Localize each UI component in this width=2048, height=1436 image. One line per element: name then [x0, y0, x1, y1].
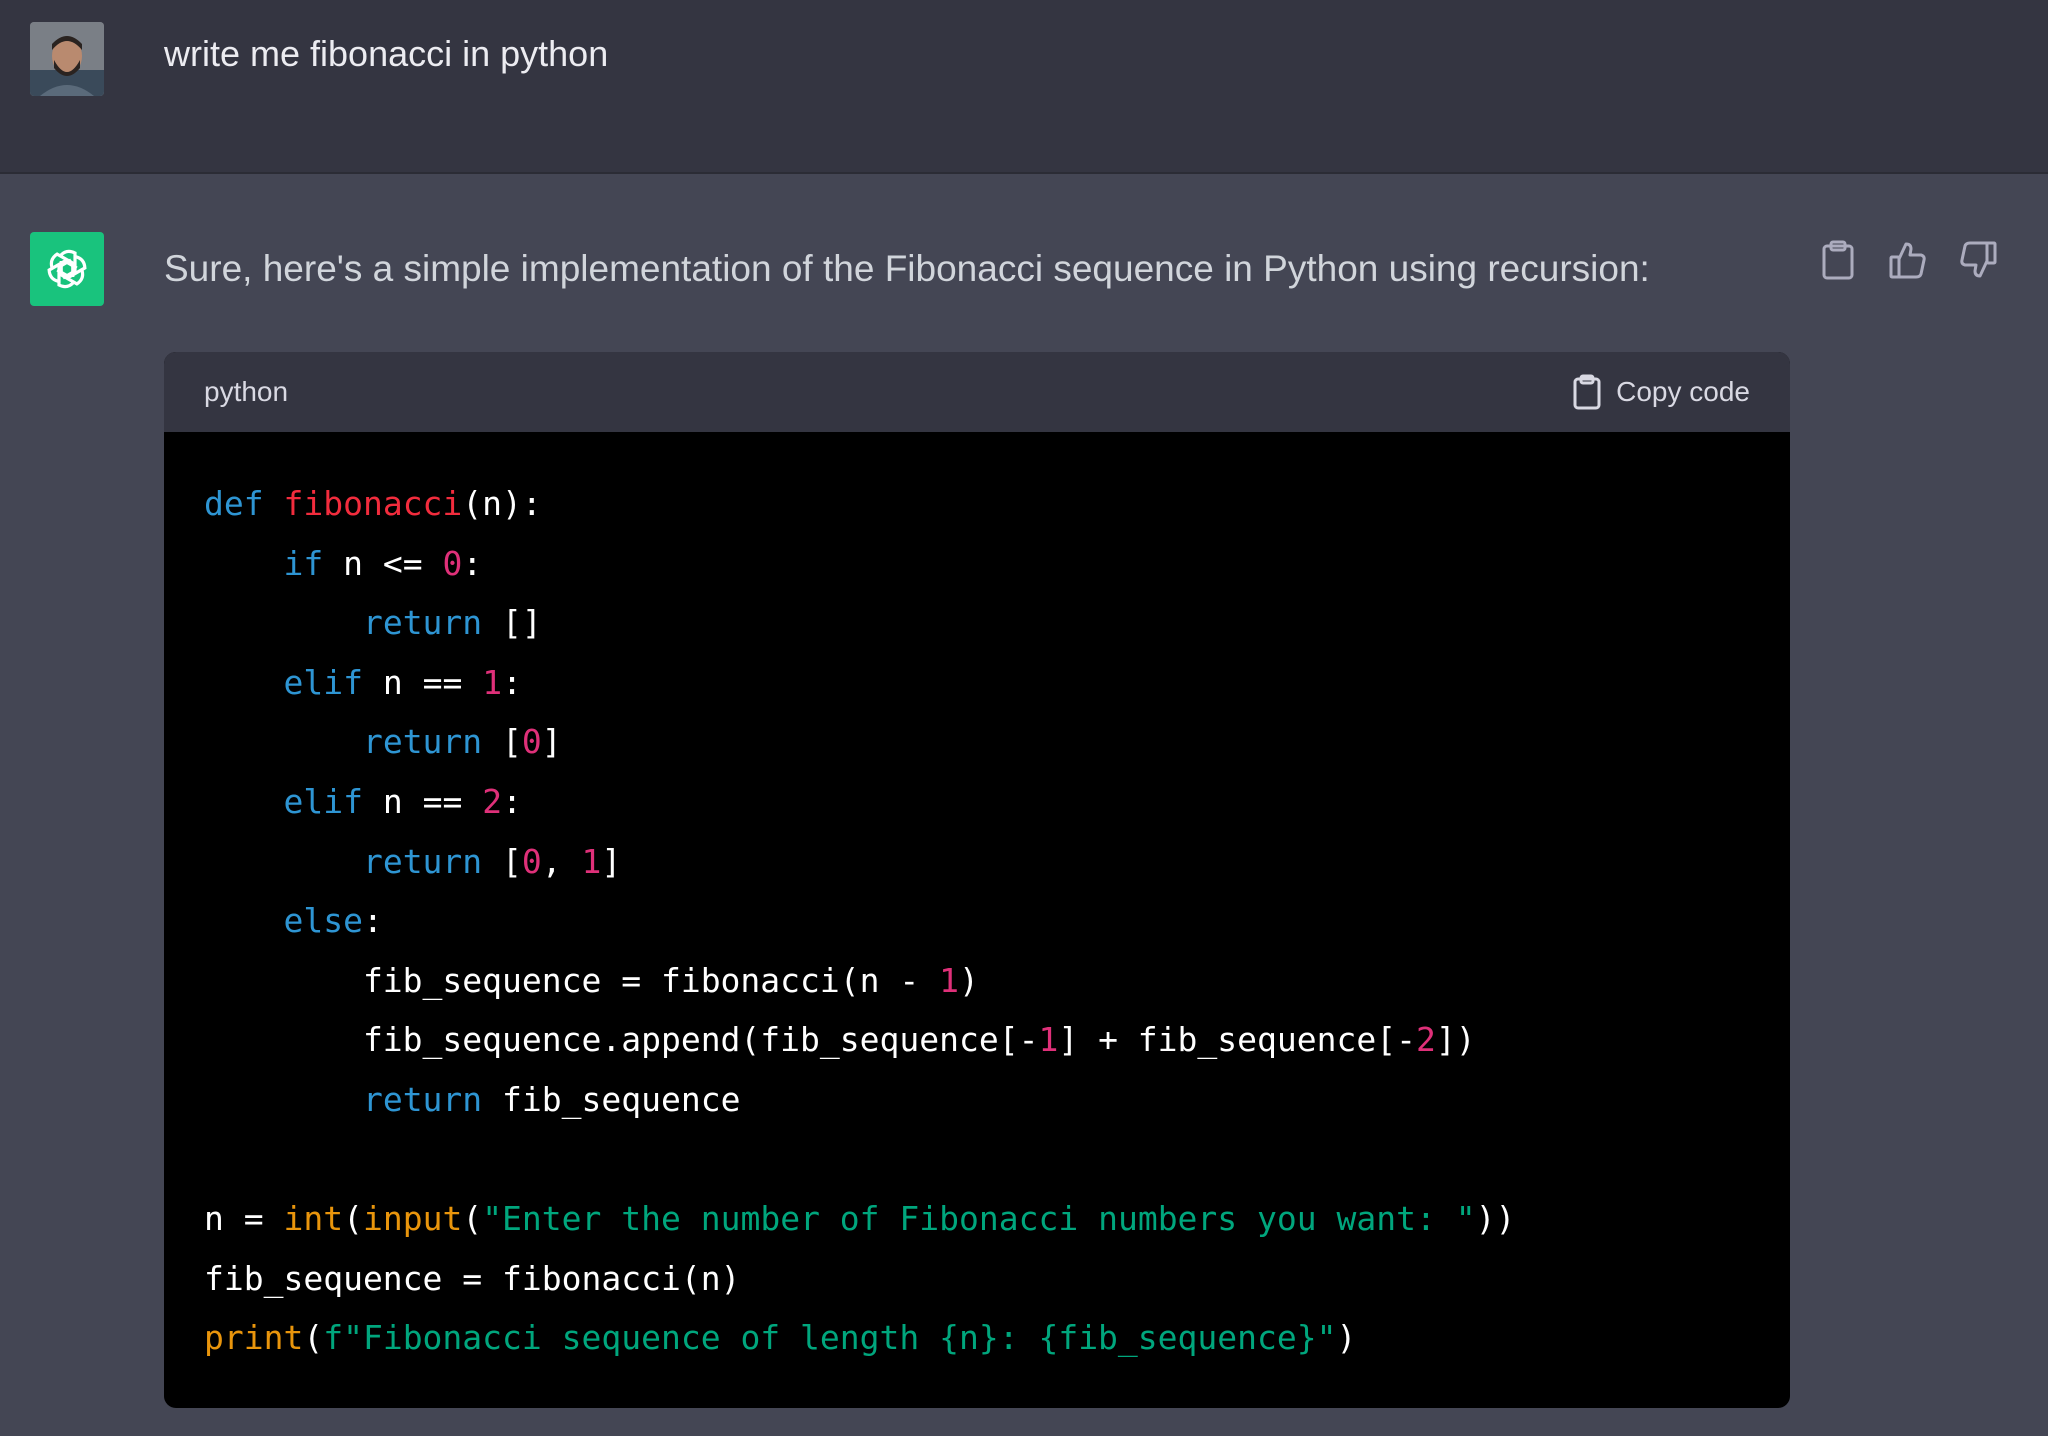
code-content: def fibonacci(n): if n <= 0: return [] e…	[164, 432, 1790, 1368]
code-line: else:	[204, 901, 383, 941]
code-token: else	[283, 901, 363, 941]
code-line: n = int(input("Enter the number of Fibon…	[204, 1199, 1515, 1238]
code-token: elif	[283, 781, 363, 821]
code-token: "Enter the number of Fibonacci numbers y…	[482, 1199, 1476, 1239]
assistant-message-text: Sure, here's a simple implementation of …	[164, 248, 1650, 289]
code-token: return	[362, 841, 483, 881]
code-token: 0	[521, 841, 542, 881]
code-token: 0	[521, 722, 542, 762]
code-token: :	[502, 662, 522, 702]
code-line: def fibonacci(n):	[204, 484, 542, 523]
code-token: []	[482, 603, 542, 643]
code-token: fib_sequence = fibonacci(n -	[204, 960, 940, 1000]
code-token: int	[283, 1199, 344, 1239]
code-line: return [0, 1]	[204, 842, 621, 881]
code-token: fibonacci	[283, 484, 463, 523]
code-token: def	[204, 484, 264, 523]
openai-logo-icon	[30, 232, 104, 306]
code-token: return	[362, 603, 483, 643]
code-token: ])	[1435, 1020, 1476, 1060]
thumbs-down-icon	[1960, 241, 1997, 278]
code-token: )	[1336, 1318, 1357, 1358]
code-line: return [0]	[204, 722, 562, 761]
code-token: f"Fibonacci sequence of length {n}: {fib…	[323, 1318, 1337, 1358]
code-token: 1	[482, 662, 503, 702]
code-block-header: python Copy code	[164, 352, 1790, 432]
code-line: return fib_sequence	[204, 1079, 741, 1119]
code-token: n =	[204, 1199, 284, 1239]
thumbs-down-button[interactable]	[1958, 238, 1998, 282]
code-token: fib_sequence.append(fib_sequence[-	[204, 1020, 1039, 1060]
code-token: 1	[1038, 1020, 1059, 1060]
code-token: ]	[541, 722, 562, 762]
code-token: if	[283, 543, 324, 583]
code-token: )	[958, 960, 979, 1000]
assistant-message-row: Sure, here's a simple implementation of …	[0, 174, 2048, 1436]
message-actions	[1818, 238, 1998, 282]
code-token: (	[462, 1199, 483, 1239]
code-line: print(f"Fibonacci sequence of length {n}…	[204, 1318, 1356, 1357]
code-token: ] + fib_sequence[-	[1058, 1020, 1416, 1060]
code-token: :	[462, 543, 483, 583]
user-avatar	[30, 22, 104, 96]
code-token: (	[343, 1199, 363, 1239]
code-line: if n <= 0:	[204, 544, 482, 583]
code-token: 1	[939, 960, 959, 1000]
code-token: return	[362, 722, 483, 762]
thumbs-up-button[interactable]	[1888, 238, 1928, 282]
clipboard-icon	[1573, 374, 1601, 410]
code-token: n <=	[323, 543, 443, 583]
code-token: [	[482, 841, 522, 881]
code-token: :	[362, 901, 383, 941]
code-line: elif n == 2:	[204, 781, 522, 821]
code-token: fib_sequence = fibonacci(n)	[204, 1258, 741, 1298]
code-token: (n):	[462, 484, 542, 523]
code-token: (	[303, 1318, 324, 1358]
code-token: 0	[442, 543, 463, 583]
code-token: ,	[541, 841, 582, 881]
code-token: fib_sequence	[482, 1079, 741, 1119]
code-token: 2	[482, 781, 503, 821]
code-token: 2	[1415, 1020, 1436, 1060]
code-token: [	[482, 722, 522, 762]
code-language-label: python	[204, 376, 289, 407]
code-line: fib_sequence.append(fib_sequence[-1] + f…	[204, 1020, 1476, 1059]
code-token: 1	[581, 841, 602, 881]
code-token: elif	[283, 662, 363, 702]
code-line: fib_sequence = fibonacci(n - 1)	[204, 961, 979, 1000]
copy-code-label: Copy code	[1616, 376, 1750, 407]
clipboard-icon	[1822, 240, 1854, 280]
code-token: ]	[601, 841, 622, 881]
code-block: python Copy code def fibonacci(n): if n …	[164, 352, 1790, 1408]
code-line: elif n == 1:	[204, 662, 522, 702]
code-token: n ==	[362, 781, 483, 821]
copy-message-button[interactable]	[1818, 238, 1858, 282]
code-token: print	[204, 1318, 304, 1358]
copy-code-button[interactable]: Copy code	[1572, 374, 1750, 410]
thumbs-up-icon	[1889, 242, 1926, 279]
code-token: return	[362, 1079, 483, 1119]
code-token: n ==	[362, 662, 483, 702]
code-token: input	[362, 1199, 463, 1239]
code-token: :	[502, 781, 522, 821]
code-token: ))	[1475, 1199, 1516, 1239]
user-message-row: write me fibonacci in python	[0, 0, 2048, 174]
code-line: return []	[204, 603, 542, 642]
code-line: fib_sequence = fibonacci(n)	[204, 1259, 740, 1298]
user-message-text: write me fibonacci in python	[164, 33, 609, 74]
